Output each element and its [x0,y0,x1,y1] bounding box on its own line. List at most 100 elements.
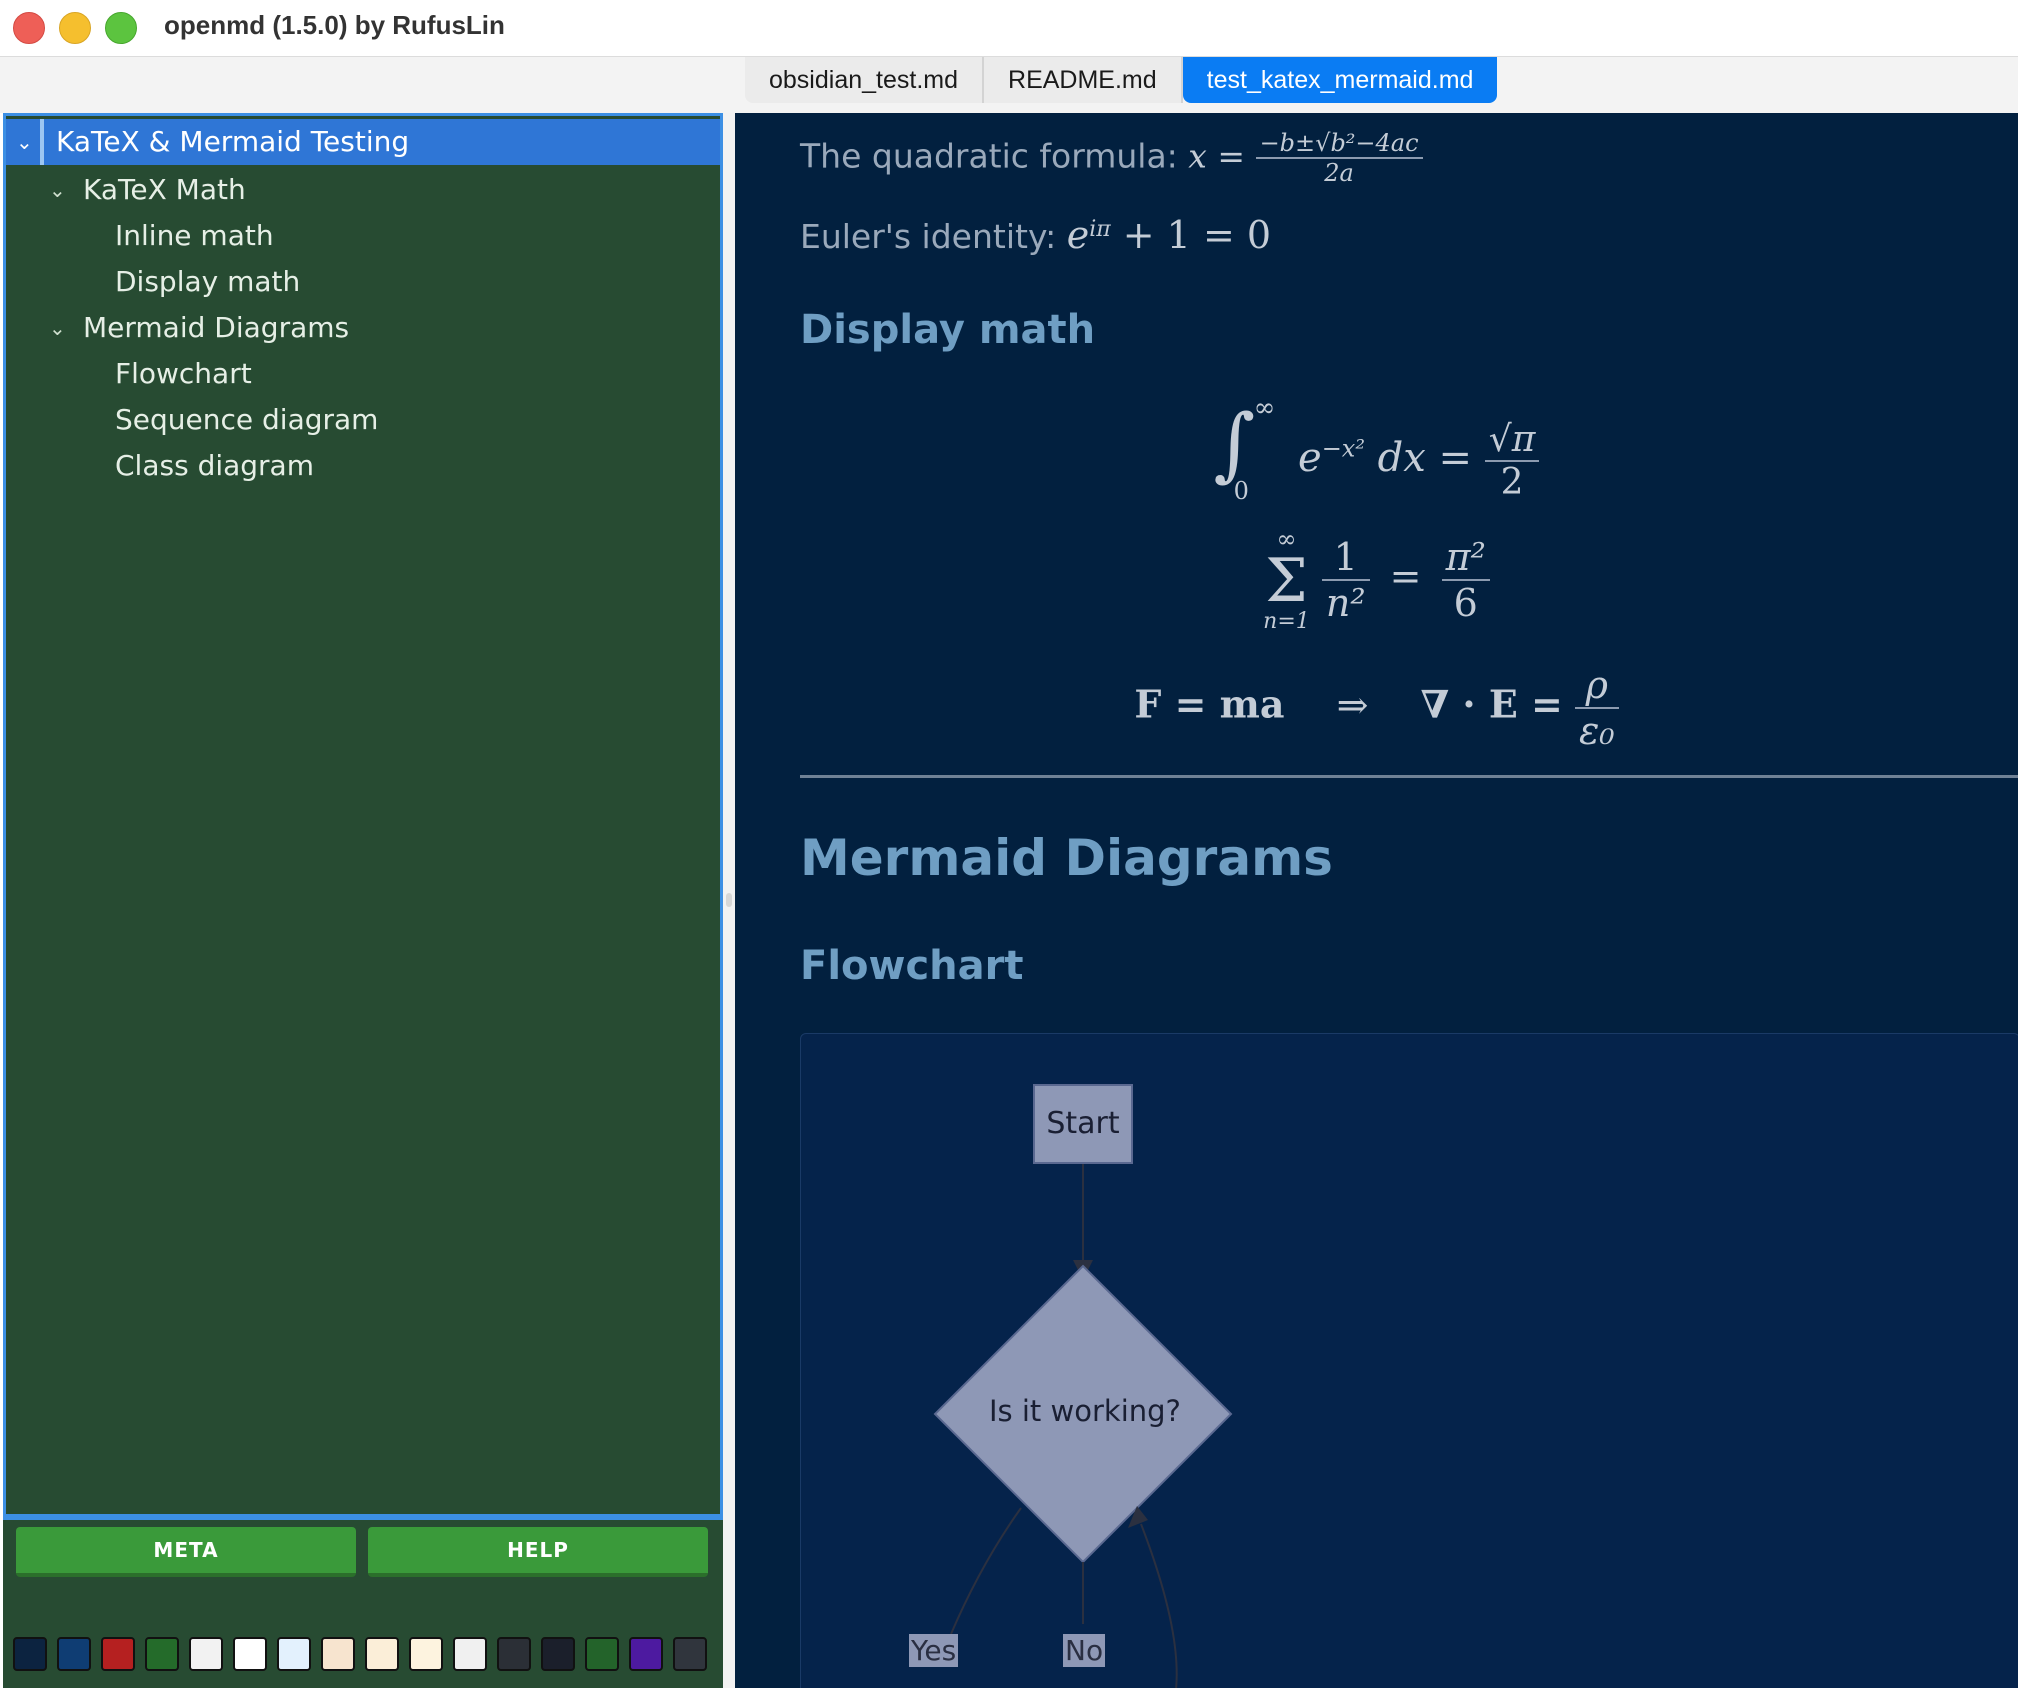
outline-item-katex-mermaid-testing[interactable]: ⌄ KaTeX & Mermaid Testing [6,119,720,165]
quadratic-numerator: −b±√b²−4ac [1255,129,1423,159]
gauss-fraction: ρ ε₀ [1574,663,1619,753]
euler-base: e [1066,213,1090,257]
sum-result-numerator: π² [1441,535,1490,581]
euler-paragraph: Euler's identity: eiπ + 1 = 0 [800,213,1271,257]
integral-result-numerator: √π [1484,419,1540,462]
sidebar: ⌄ KaTeX & Mermaid Testing ⌄ KaTeX Math I… [3,113,723,1688]
integral-lower-bound: 0 [1233,477,1249,505]
outline-item-display-math[interactable]: Display math [6,260,720,304]
theme-swatch-8[interactable] [321,1637,355,1671]
theme-swatch-1[interactable] [13,1637,47,1671]
theme-swatches [13,1637,707,1671]
outline-item-label: Inline math [115,219,274,252]
sum-term: 1 n² [1321,535,1370,625]
outline-tree: ⌄ KaTeX & Mermaid Testing ⌄ KaTeX Math I… [3,113,723,1517]
markdown-preview: The quadratic formula: x = −b±√b²−4ac 2a… [735,113,2018,1688]
theme-swatch-5[interactable] [189,1637,223,1671]
outline-item-inline-math[interactable]: Inline math [6,214,720,258]
integral-result: √π 2 [1484,419,1540,503]
theme-swatch-11[interactable] [453,1637,487,1671]
sum-term-denominator: n² [1325,580,1366,625]
sum-result-denominator: 6 [1453,580,1478,625]
close-window-button[interactable] [13,12,45,44]
euler-rest: + 1 = 0 [1110,213,1272,257]
outline-item-label: Mermaid Diagrams [83,311,350,344]
theme-swatch-9[interactable] [365,1637,399,1671]
quadratic-prefix: The quadratic formula: [800,136,1189,176]
force-divergence-equation: F = ma ⇒ ∇ · E = ρ ε₀ [735,663,2018,753]
tabs: obsidian_test.md README.md test_katex_me… [745,57,1498,103]
gauss-denominator: ε₀ [1578,709,1615,753]
tab-obsidian-test[interactable]: obsidian_test.md [745,57,985,103]
chevron-down-icon[interactable]: ⌄ [49,318,69,338]
sum-term-numerator: 1 [1321,535,1370,581]
integral-base: e [1298,435,1322,481]
tab-bar: obsidian_test.md README.md test_katex_me… [0,57,2018,113]
theme-swatch-13[interactable] [541,1637,575,1671]
flowchart-node-decision: Is it working? [989,1394,1181,1428]
title-bar: openmd (1.5.0) by RufusLin [0,0,2018,57]
integral-exponent: −x² [1321,434,1365,463]
window-title: openmd (1.5.0) by RufusLin [164,10,505,40]
integral-upper-bound: ∞ [1253,393,1276,423]
sigma-glyph: Σ [1265,546,1308,616]
tab-readme[interactable]: README.md [984,57,1183,103]
theme-swatch-16[interactable] [673,1637,707,1671]
outline-item-sequence-diagram[interactable]: Sequence diagram [6,398,720,442]
outline-item-label: KaTeX Math [83,173,246,206]
theme-swatch-15[interactable] [629,1637,663,1671]
splitter-handle[interactable] [726,893,732,907]
minimize-window-button[interactable] [59,12,91,44]
theme-swatch-4[interactable] [145,1637,179,1671]
quadratic-fraction: −b±√b²−4ac 2a [1255,129,1423,187]
outline-item-flowchart[interactable]: Flowchart [6,352,720,396]
quadratic-lhs: x = [1188,136,1246,176]
quadratic-paragraph: The quadratic formula: x = −b±√b²−4ac 2a [800,129,1423,187]
theme-swatch-14[interactable] [585,1637,619,1671]
edge-loop-back [1140,1523,1178,1688]
display-math-heading: Display math [800,307,1096,353]
theme-swatch-12[interactable] [497,1637,531,1671]
edge-yes [950,1507,1022,1635]
euler-prefix: Euler's identity: [800,217,1067,256]
flowchart-edges [933,1164,1233,1688]
sum-result: π² 6 [1441,535,1490,625]
euler-exponent: iπ [1089,217,1111,242]
integral-result-denominator: 2 [1500,462,1524,503]
theme-swatch-7[interactable] [277,1637,311,1671]
theme-swatch-2[interactable] [57,1637,91,1671]
gaussian-integral: ∫ ∞ 0 e−x² dx = √π 2 [735,393,2018,505]
outline-item-label: KaTeX & Mermaid Testing [56,125,410,158]
maximize-window-button[interactable] [105,12,137,44]
chevron-down-icon[interactable]: ⌄ [16,132,36,152]
edge-label-no: No [1063,1634,1106,1667]
sum-equals: = [1389,554,1422,598]
flowchart-heading: Flowchart [800,943,1024,989]
pane-splitter[interactable] [723,113,735,1688]
edge-label-yes: Yes [909,1634,959,1667]
flowchart-node-start: Start [1033,1084,1133,1164]
theme-swatch-3[interactable] [101,1637,135,1671]
divergence-expr: ∇ · E = [1420,681,1563,727]
mermaid-diagrams-heading: Mermaid Diagrams [800,829,1333,887]
mermaid-flowchart: Start Is it working? Yes No [800,1033,2018,1688]
sum-lower-bound: n=1 [1263,609,1310,634]
newton-law: F = ma [1134,681,1285,727]
help-button[interactable]: HELP [368,1527,708,1577]
theme-swatch-10[interactable] [409,1637,443,1671]
tab-test-katex-mermaid[interactable]: test_katex_mermaid.md [1182,57,1498,103]
outline-item-label: Display math [115,265,301,298]
meta-button[interactable]: META [16,1527,356,1577]
outline-item-label: Sequence diagram [115,403,379,436]
outline-item-class-diagram[interactable]: Class diagram [6,444,720,488]
theme-swatch-6[interactable] [233,1637,267,1671]
selection-indicator [40,119,44,165]
outline-item-katex-math[interactable]: ⌄ KaTeX Math [6,168,720,212]
chevron-down-icon[interactable]: ⌄ [49,180,69,200]
integral-dx: dx = [1364,435,1473,481]
outline-item-label: Class diagram [115,449,314,482]
horizontal-rule [800,775,2018,778]
outline-item-mermaid-diagrams[interactable]: ⌄ Mermaid Diagrams [6,306,720,350]
sidebar-divider [3,1517,723,1520]
implies-arrow: ⇒ [1336,682,1369,727]
